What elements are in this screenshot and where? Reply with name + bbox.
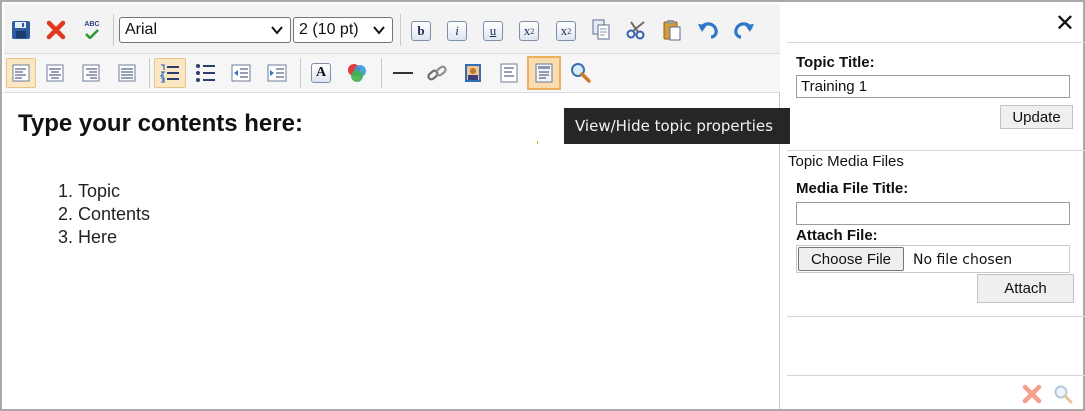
toolbar-separator xyxy=(381,58,382,88)
list-item: Contents xyxy=(78,203,766,226)
toolbar-separator xyxy=(400,14,401,46)
font-size-select[interactable]: 2 (10 pt) xyxy=(293,17,393,43)
media-file-title-field[interactable] xyxy=(796,202,1070,225)
font-size-value: 2 (10 pt) xyxy=(299,21,359,38)
topic-properties-panel: ✕ Topic Title: Training 1 Update Topic M… xyxy=(787,4,1085,409)
media-file-title-label: Media File Title: xyxy=(796,180,909,197)
file-input: Choose File No file chosen xyxy=(796,245,1070,273)
list-item: Here xyxy=(78,226,766,249)
link-icon[interactable] xyxy=(422,58,452,88)
subscript-icon[interactable]: x2 xyxy=(518,20,540,42)
tooltip: View/Hide topic properties xyxy=(564,108,790,144)
toolbar-separator xyxy=(300,58,301,88)
superscript-mark: 2 xyxy=(567,26,572,36)
divider xyxy=(787,316,1085,317)
align-center-icon[interactable] xyxy=(40,58,70,88)
list-item: Topic xyxy=(78,180,766,203)
editor-pane: ABC Arial 2 (10 pt) b i u x 2 x 2 A Type… xyxy=(4,4,780,409)
toolbar-separator xyxy=(149,58,150,88)
superscript-glyph: x2 xyxy=(556,21,576,41)
divider xyxy=(787,42,1085,43)
subscript-mark: 2 xyxy=(530,26,535,36)
close-icon[interactable]: ✕ xyxy=(1055,11,1075,35)
template-icon[interactable] xyxy=(494,58,524,88)
spell-check-text: ABC xyxy=(84,21,100,28)
undo-icon[interactable] xyxy=(696,18,720,42)
cut-icon[interactable] xyxy=(625,18,649,42)
align-left-icon[interactable] xyxy=(6,58,36,88)
font-family-value: Arial xyxy=(125,21,158,38)
choose-file-button[interactable]: Choose File xyxy=(798,247,904,271)
toolbar-separator xyxy=(113,14,114,46)
indent-icon[interactable] xyxy=(262,58,292,88)
topic-title-label: Topic Title: xyxy=(796,54,875,71)
media-section-label: Topic Media Files xyxy=(788,153,904,170)
font-family-select[interactable]: Arial xyxy=(119,17,291,43)
file-status-text: No file chosen xyxy=(913,252,1013,268)
toolbar-row-paragraph: A xyxy=(4,54,780,93)
justify-icon[interactable] xyxy=(112,58,142,88)
divider xyxy=(787,150,1085,151)
cancel-icon[interactable] xyxy=(44,18,68,42)
horizontal-rule-icon[interactable] xyxy=(388,58,418,88)
divider xyxy=(787,375,1085,376)
font-color-glyph: A xyxy=(311,63,331,83)
copy-icon[interactable] xyxy=(589,18,613,42)
italic-glyph: i xyxy=(447,21,467,41)
save-icon[interactable] xyxy=(9,18,33,42)
font-color-icon[interactable]: A xyxy=(306,58,336,88)
topic-title-field[interactable]: Training 1 xyxy=(796,75,1070,98)
image-icon[interactable] xyxy=(458,58,488,88)
toolbar-row-formatting: ABC Arial 2 (10 pt) b i u x 2 x 2 xyxy=(4,4,780,54)
update-button[interactable]: Update xyxy=(1000,105,1073,129)
delete-icon[interactable] xyxy=(1020,382,1044,406)
spell-check-icon[interactable]: ABC xyxy=(78,18,106,42)
paste-icon[interactable] xyxy=(660,18,684,42)
chevron-down-icon xyxy=(373,26,385,35)
bold-icon[interactable]: b xyxy=(410,20,432,42)
preview-icon[interactable] xyxy=(1051,382,1075,406)
unordered-list-icon[interactable] xyxy=(190,58,222,88)
outdent-icon[interactable] xyxy=(226,58,256,88)
find-icon[interactable] xyxy=(566,58,596,88)
underline-glyph: u xyxy=(483,21,503,41)
bold-glyph: b xyxy=(411,21,431,41)
italic-icon[interactable]: i xyxy=(446,20,468,42)
subscript-glyph: x2 xyxy=(519,21,539,41)
text-caret xyxy=(537,141,538,144)
highlight-color-icon[interactable] xyxy=(342,58,372,88)
content-ordered-list: Topic Contents Here xyxy=(78,180,766,249)
superscript-icon[interactable]: x2 xyxy=(555,20,577,42)
topic-properties-icon[interactable] xyxy=(527,56,561,90)
attach-button[interactable]: Attach xyxy=(977,274,1074,303)
chevron-down-icon xyxy=(271,26,283,35)
attach-file-label: Attach File: xyxy=(796,227,878,244)
underline-icon[interactable]: u xyxy=(482,20,504,42)
ordered-list-icon[interactable] xyxy=(154,58,186,88)
editor-window: ABC Arial 2 (10 pt) b i u x 2 x 2 A Type… xyxy=(0,0,1085,411)
align-right-icon[interactable] xyxy=(76,58,106,88)
redo-icon[interactable] xyxy=(732,18,756,42)
